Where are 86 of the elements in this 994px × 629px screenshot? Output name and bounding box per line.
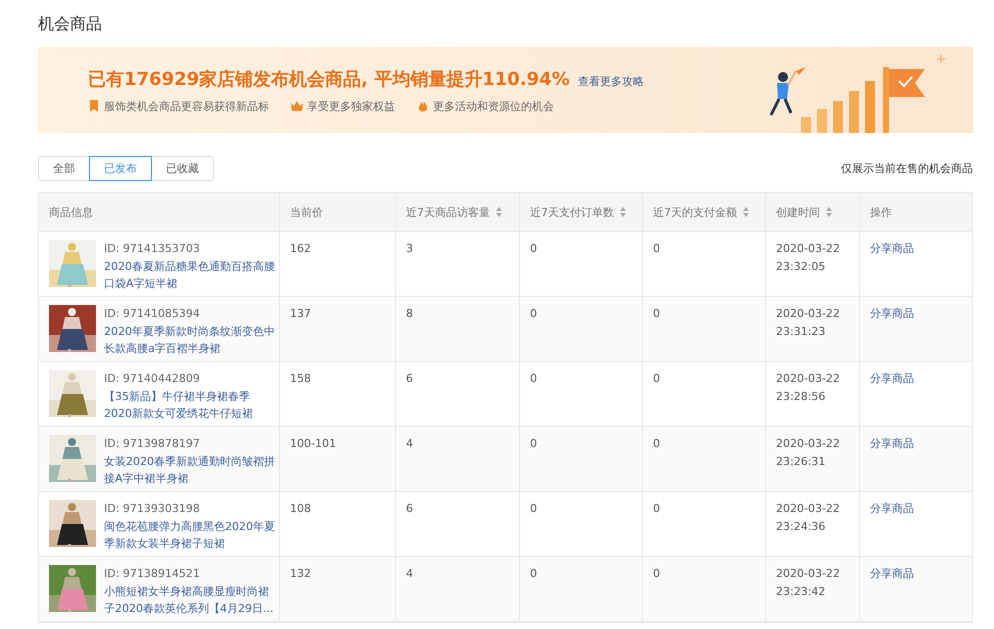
table-cell: 0 — [653, 372, 660, 385]
bar — [833, 101, 843, 133]
product-id: ID: 97139303198 — [104, 501, 201, 517]
note-text: 仅展示当前在售的机会商品 — [841, 161, 973, 176]
column-header: 创建时间 — [776, 204, 820, 220]
table-cell: 0 — [653, 242, 660, 255]
table-cell: 0 — [653, 502, 660, 515]
table-cell: 0 — [653, 437, 660, 450]
page-title: 机会商品 — [38, 13, 103, 35]
table-cell: 0 — [530, 242, 537, 255]
time-text: 23:23:42 — [776, 585, 826, 598]
product-name-link[interactable]: 小熊短裙女半身裙高腰显瘦时尚裙子2020春款英伦系列【4月29日... — [104, 583, 275, 617]
column-header: 近7天支付订单数 — [530, 204, 614, 220]
product-id: ID: 97140442809 — [104, 371, 201, 387]
benefit-text: 服饰类机会商品更容易获得新品标 — [104, 98, 269, 114]
column-header: 当前价 — [290, 204, 323, 220]
bookmark-icon — [88, 100, 100, 112]
date-text: 2020-03-22 — [776, 437, 840, 450]
table-cell: 0 — [653, 307, 660, 320]
sparkle-icon — [936, 54, 946, 64]
bar — [865, 81, 875, 133]
crown-icon — [291, 100, 303, 112]
guide-link[interactable]: 查看更多攻略 — [578, 74, 644, 88]
share-link[interactable]: 分享商品 — [870, 372, 914, 385]
table-cell: 3 — [406, 242, 413, 255]
table-cell: 108 — [290, 502, 311, 515]
sort-icon[interactable] — [826, 207, 832, 217]
sort-icon[interactable] — [743, 207, 749, 217]
benefit-text: 更多活动和资源位的机会 — [433, 98, 554, 114]
product-name-link[interactable]: 【35新品】牛仔裙半身裙春季2020新款女可爱绣花牛仔短裙 — [104, 388, 275, 422]
bar — [817, 109, 827, 133]
table-cell: 0 — [530, 502, 537, 515]
date-text: 2020-03-22 — [776, 307, 840, 320]
share-link[interactable]: 分享商品 — [870, 437, 914, 450]
benefit-text: 享受更多独家权益 — [307, 98, 395, 114]
table-cell: 4 — [406, 567, 413, 580]
table-cell: 162 — [290, 242, 311, 255]
column-header: 商品信息 — [49, 204, 93, 220]
product-id: ID: 97139878197 — [104, 436, 201, 452]
table-cell: 158 — [290, 372, 311, 385]
product-name-link[interactable]: 女装2020春季新款通勤时尚皱褶拼接A字中裙半身裙 — [104, 453, 275, 487]
table-cell: 137 — [290, 307, 311, 320]
table-cell: 8 — [406, 307, 413, 320]
time-text: 23:26:31 — [776, 455, 826, 468]
sort-icon[interactable] — [496, 207, 502, 217]
share-link[interactable]: 分享商品 — [870, 307, 914, 320]
product-name-link[interactable]: 闽色花苞腰弹力高腰黑色2020年夏季新款女装半身裙子短裙 — [104, 518, 275, 552]
time-text: 23:24:36 — [776, 520, 826, 533]
time-text: 23:32:05 — [776, 260, 826, 273]
column-header: 操作 — [870, 204, 892, 220]
table-cell: 6 — [406, 372, 413, 385]
table-cell: 0 — [530, 372, 537, 385]
table-cell: 132 — [290, 567, 311, 580]
sort-icon[interactable] — [620, 207, 626, 217]
share-link[interactable]: 分享商品 — [870, 567, 914, 580]
date-text: 2020-03-22 — [776, 372, 840, 385]
product-name-link[interactable]: 2020年夏季新款时尚条纹渐变色中长款高腰a字百褶半身裙 — [104, 323, 275, 357]
table-cell: 0 — [530, 437, 537, 450]
runner-figure-drawing — [770, 67, 806, 116]
date-text: 2020-03-22 — [776, 502, 840, 515]
bar — [801, 117, 811, 133]
table-cell: 6 — [406, 502, 413, 515]
share-link[interactable]: 分享商品 — [870, 242, 914, 255]
table-cell: 0 — [530, 567, 537, 580]
product-id: ID: 97141353703 — [104, 241, 201, 257]
date-text: 2020-03-22 — [776, 242, 840, 255]
date-text: 2020-03-22 — [776, 567, 840, 580]
table-cell: 100-101 — [290, 437, 336, 450]
banner-headline: 已有176929家店铺发布机会商品, 平均销量提升110.94% — [88, 68, 570, 90]
table-cell: 0 — [530, 307, 537, 320]
filter-tab[interactable]: 已收藏 — [151, 156, 214, 181]
product-id: ID: 97141085394 — [104, 306, 201, 322]
product-name-link[interactable]: 2020春夏新品糖果色通勤百搭高腰口袋A字短半裙 — [104, 258, 275, 292]
product-id: ID: 97138914521 — [104, 566, 201, 582]
flame-icon — [417, 100, 429, 112]
table-cell: 0 — [653, 567, 660, 580]
filter-tab[interactable]: 全部 — [38, 156, 90, 181]
time-text: 23:28:56 — [776, 390, 826, 403]
share-link[interactable]: 分享商品 — [870, 502, 914, 515]
column-header: 近7天商品访客量 — [406, 204, 490, 220]
flag-icon — [883, 67, 925, 133]
filter-tab[interactable]: 已发布 — [89, 156, 152, 181]
bar — [849, 91, 859, 133]
column-header: 近7天的支付金额 — [653, 204, 737, 220]
table-cell: 4 — [406, 437, 413, 450]
time-text: 23:31:23 — [776, 325, 826, 338]
